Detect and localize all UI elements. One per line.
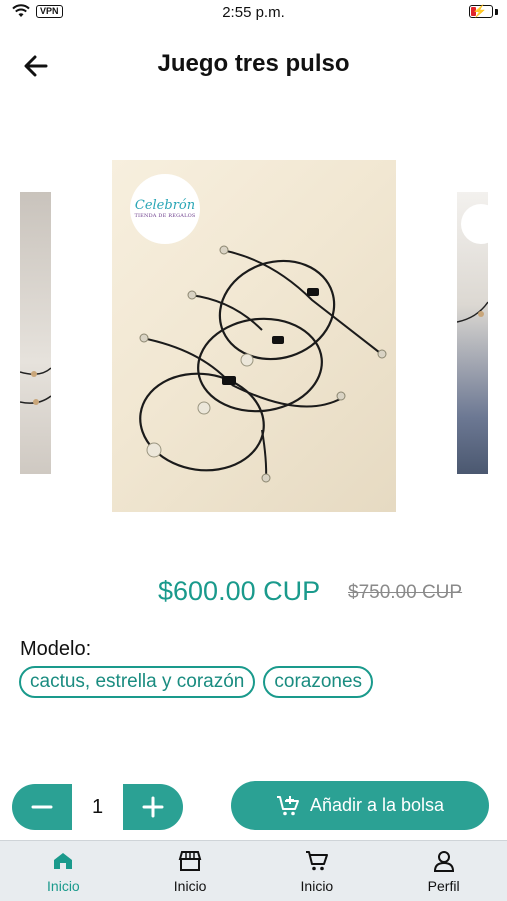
store-logo-text: Celebrón (134, 198, 196, 213)
store-icon (178, 851, 202, 871)
store-logo-subtext: TIENDA DE REGALOS (134, 213, 196, 219)
quantity-increase-button[interactable] (123, 784, 183, 830)
bracelet-image-fragment (20, 367, 51, 405)
tab-inicio-store[interactable]: Inicio (127, 841, 254, 901)
model-label: Modelo: (20, 638, 92, 660)
user-icon (433, 851, 454, 872)
current-price: $600.00 CUP (158, 576, 321, 606)
bracelet-image-fragment (457, 301, 488, 323)
product-image-carousel[interactable]: Celebrón TIENDA DE REGALOS (0, 150, 507, 520)
quantity-decrease-button[interactable] (12, 784, 72, 830)
cart-plus-icon (276, 795, 299, 815)
price-row: $600.00 CUP $750.00 CUP (0, 572, 507, 612)
tab-label: Inicio (300, 878, 334, 894)
page-title: Juego tres pulso (157, 50, 350, 77)
plus-icon (142, 796, 164, 818)
tab-label: Perfil (427, 878, 460, 894)
model-option-chip[interactable]: cactus, estrella y corazón (19, 666, 256, 698)
minus-icon (31, 805, 53, 809)
add-to-bag-label: Añadir a la bolsa (309, 795, 445, 815)
charging-bolt-icon: ⚡ (472, 4, 487, 18)
model-option-chip[interactable]: corazones (263, 666, 374, 698)
product-image[interactable]: Celebrón TIENDA DE REGALOS (112, 160, 396, 512)
status-bar: VPN 2:55 p.m. ⚡ (0, 0, 507, 28)
tab-inicio-home[interactable]: Inicio (0, 841, 127, 901)
home-icon (54, 853, 73, 869)
cart-icon (305, 851, 328, 871)
bottom-tab-bar: Inicio Inicio Inicio Perfil (0, 840, 507, 901)
original-price: $750.00 CUP (348, 582, 463, 603)
tab-perfil[interactable]: Perfil (380, 841, 507, 901)
tab-label: Inicio (173, 878, 207, 894)
status-time: 2:55 p.m. (222, 4, 285, 21)
header: Juego tres pulso (0, 36, 507, 92)
store-logo: Celebrón TIENDA DE REGALOS (130, 174, 200, 244)
quantity-value: 1 (91, 796, 104, 818)
add-to-bag-button[interactable]: Añadir a la bolsa (231, 781, 489, 830)
model-options: cactus, estrella y corazón corazones (19, 666, 374, 698)
tab-inicio-cart[interactable]: Inicio (254, 841, 381, 901)
battery-nub (495, 9, 498, 15)
carousel-next-image[interactable] (457, 192, 488, 474)
carousel-prev-image[interactable] (20, 192, 51, 474)
tab-label: Inicio (47, 878, 80, 894)
